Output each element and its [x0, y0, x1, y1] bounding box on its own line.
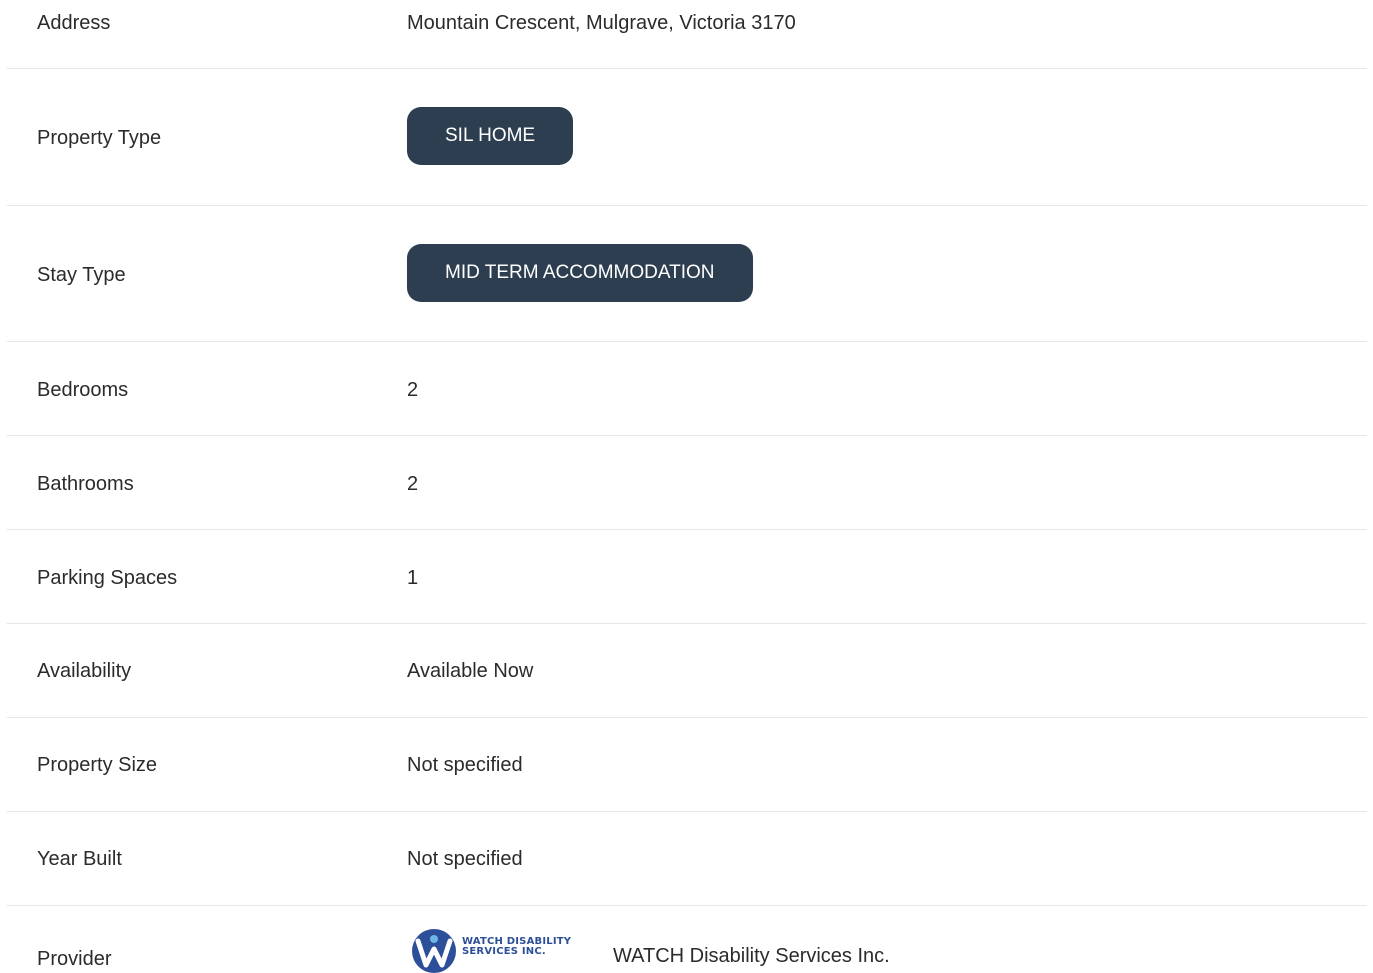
- detail-row-stay-type: Stay Type MID TERM ACCOMMODATION: [7, 206, 1367, 342]
- provider-logo[interactable]: WATCH DISABILITY SERVICES INC.: [410, 927, 590, 973]
- detail-label: Year Built: [37, 848, 122, 870]
- detail-label: Parking Spaces: [37, 567, 178, 589]
- bathrooms-value: 2: [407, 473, 419, 495]
- stay-type-badge: MID TERM ACCOMMODATION: [407, 244, 753, 302]
- detail-row-year-built: Year Built Not specified: [7, 812, 1367, 906]
- bedrooms-value: 2: [407, 379, 419, 401]
- availability-value: Available Now: [407, 660, 534, 682]
- year-built-value: Not specified: [407, 848, 523, 870]
- property-type-badge: SIL HOME: [407, 107, 574, 165]
- detail-row-property-type: Property Type SIL HOME: [7, 69, 1367, 206]
- detail-row-provider: Provider WATCH DISABILITY SERVICES INC. …: [7, 906, 1367, 973]
- detail-label: Property Type: [37, 127, 162, 149]
- address-value: Mountain Crescent, Mulgrave, Victoria 31…: [407, 12, 796, 34]
- property-size-value: Not specified: [407, 754, 523, 776]
- detail-row-parking: Parking Spaces 1: [7, 530, 1367, 624]
- detail-row-property-size: Property Size Not specified: [7, 718, 1367, 812]
- detail-label: Stay Type: [37, 264, 126, 286]
- provider-name[interactable]: WATCH Disability Services Inc.: [613, 944, 890, 968]
- detail-label: Bedrooms: [37, 379, 129, 401]
- detail-row-bathrooms: Bathrooms 2: [7, 436, 1367, 530]
- provider-logo-icon: [412, 929, 456, 973]
- detail-label: Provider: [37, 948, 112, 970]
- detail-label: Bathrooms: [37, 473, 134, 495]
- property-details-table: Address Mountain Crescent, Mulgrave, Vic…: [0, 0, 1373, 973]
- detail-label: Property Size: [37, 754, 158, 776]
- detail-label: Availability: [37, 660, 132, 682]
- parking-value: 1: [407, 567, 419, 589]
- detail-label: Address: [37, 12, 111, 34]
- detail-row-bedrooms: Bedrooms 2: [7, 342, 1367, 436]
- detail-row-availability: Availability Available Now: [7, 624, 1367, 718]
- provider-logo-text: WATCH DISABILITY SERVICES INC.: [462, 936, 572, 957]
- detail-row-address: Address Mountain Crescent, Mulgrave, Vic…: [7, 0, 1367, 69]
